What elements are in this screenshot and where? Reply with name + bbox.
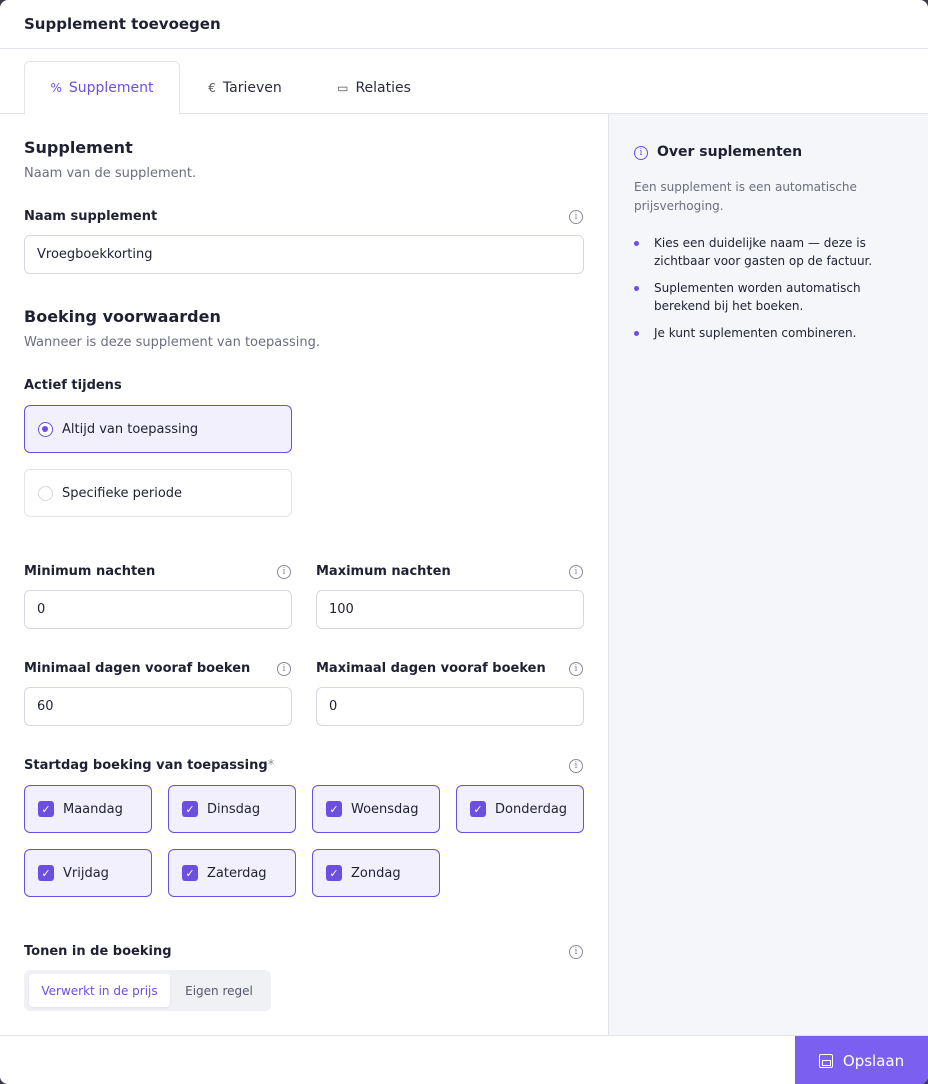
check-icon: ✓ bbox=[470, 801, 486, 817]
help-text: Een supplement is een automatische prijs… bbox=[634, 180, 857, 213]
radio-label: Altijd van toepassing bbox=[62, 421, 199, 437]
radio-specific-period[interactable]: Specifieke periode bbox=[24, 469, 292, 517]
name-input[interactable] bbox=[24, 235, 584, 274]
check-icon: ✓ bbox=[38, 865, 54, 881]
tab-relaties[interactable]: ▭ Relaties bbox=[328, 61, 420, 114]
save-button[interactable]: Opslaan bbox=[795, 1036, 928, 1084]
tab-supplement[interactable]: % Supplement bbox=[24, 61, 180, 115]
day-label: Woensdag bbox=[351, 801, 419, 817]
help-bullets: Kies een duidelijke naam — deze is zicht… bbox=[634, 234, 909, 351]
list-item: Je kunt suplementen combineren. bbox=[634, 324, 909, 342]
min-nights-input[interactable] bbox=[24, 590, 292, 629]
info-icon[interactable]: i bbox=[569, 945, 583, 959]
info-icon[interactable]: i bbox=[277, 565, 291, 579]
min-nights-label: Minimum nachten bbox=[24, 564, 156, 579]
check-icon: ✓ bbox=[182, 801, 198, 817]
percent-icon: % bbox=[50, 81, 62, 95]
startday-label: Startdag boeking van toepassing* bbox=[24, 758, 274, 773]
day-checkbox-zondag[interactable]: ✓ Zondag bbox=[312, 849, 440, 897]
day-label: Donderdag bbox=[495, 801, 568, 817]
day-label: Zaterdag bbox=[207, 865, 267, 881]
display-option-own-line[interactable]: Eigen regel bbox=[172, 974, 266, 1007]
day-checkbox-maandag[interactable]: ✓ Maandag bbox=[24, 785, 152, 833]
main-form: Supplement Naam van de supplement. Naam … bbox=[0, 114, 608, 1035]
modal-title: Supplement toevoegen bbox=[24, 15, 221, 33]
check-icon: ✓ bbox=[182, 865, 198, 881]
help-panel: i Over suplementen Een supplement is een… bbox=[608, 114, 928, 1035]
tab-bar: % Supplement € Tarieven ▭ Relaties bbox=[0, 49, 928, 115]
startday-label-text: Startdag boeking van toepassing bbox=[24, 758, 268, 773]
info-icon[interactable]: i bbox=[569, 565, 583, 579]
active-label: Actief tijdens bbox=[24, 378, 122, 393]
section-subtitle-booking: Wanneer is deze supplement van toepassin… bbox=[24, 335, 320, 350]
tab-label: Supplement bbox=[68, 80, 154, 96]
list-item: Kies een duidelijke naam — deze is zicht… bbox=[634, 234, 909, 270]
day-label: Vrijdag bbox=[63, 865, 109, 881]
name-label: Naam supplement bbox=[24, 209, 158, 224]
info-icon[interactable]: i bbox=[569, 210, 583, 224]
section-title-supplement: Supplement bbox=[24, 138, 133, 157]
save-label: Opslaan bbox=[842, 1051, 905, 1070]
info-icon[interactable]: i bbox=[277, 662, 291, 676]
list-item: Suplementen worden automatisch berekend … bbox=[634, 279, 909, 315]
check-icon: ✓ bbox=[326, 865, 342, 881]
max-nights-label: Maximum nachten bbox=[316, 564, 451, 579]
day-checkbox-vrijdag[interactable]: ✓ Vrijdag bbox=[24, 849, 152, 897]
max-advance-input[interactable] bbox=[316, 687, 584, 726]
supplement-modal: Supplement toevoegen % Supplement € Tari… bbox=[0, 0, 928, 1084]
max-advance-label: Maximaal dagen vooraf boeken bbox=[316, 661, 546, 676]
day-label: Dinsdag bbox=[207, 801, 261, 817]
modal-header: Supplement toevoegen bbox=[0, 0, 928, 49]
min-advance-input[interactable] bbox=[24, 687, 292, 726]
day-label: Maandag bbox=[63, 801, 123, 817]
radio-label: Specifieke periode bbox=[62, 485, 183, 501]
display-option-in-price[interactable]: Verwerkt in de prijs bbox=[29, 974, 170, 1007]
min-advance-label: Minimaal dagen vooraf boeken bbox=[24, 661, 251, 676]
radio-dot bbox=[38, 485, 53, 501]
display-toggle: Verwerkt in de prijs Eigen regel bbox=[24, 970, 271, 1011]
info-icon[interactable]: i bbox=[569, 662, 583, 676]
help-title: Over suplementen bbox=[657, 144, 803, 160]
info-icon: i bbox=[634, 146, 648, 160]
euro-icon: € bbox=[208, 80, 216, 95]
info-icon[interactable]: i bbox=[569, 759, 583, 773]
check-icon: ✓ bbox=[38, 801, 54, 817]
section-title-booking: Boeking voorwaarden bbox=[24, 307, 221, 326]
day-checkbox-donderdag[interactable]: ✓ Donderdag bbox=[456, 785, 584, 833]
radio-dot bbox=[38, 421, 53, 437]
display-label: Tonen in de boeking bbox=[24, 944, 172, 959]
tab-label: Tarieven bbox=[222, 79, 282, 96]
tab-tarieven[interactable]: € Tarieven bbox=[198, 61, 292, 114]
required-mark: * bbox=[267, 758, 275, 773]
max-nights-input[interactable] bbox=[316, 590, 584, 629]
day-checkbox-zaterdag[interactable]: ✓ Zaterdag bbox=[168, 849, 296, 897]
day-label: Zondag bbox=[351, 865, 401, 881]
day-checkbox-dinsdag[interactable]: ✓ Dinsdag bbox=[168, 785, 296, 833]
calendar-icon: ▭ bbox=[337, 80, 349, 95]
radio-always[interactable]: Altijd van toepassing bbox=[24, 405, 292, 453]
day-checkbox-woensdag[interactable]: ✓ Woensdag bbox=[312, 785, 440, 833]
check-icon: ✓ bbox=[326, 801, 342, 817]
tab-label: Relaties bbox=[355, 79, 411, 96]
floppy-disk-icon bbox=[818, 1053, 833, 1068]
modal-footer: Opslaan bbox=[0, 1035, 928, 1084]
section-subtitle-supplement: Naam van de supplement. bbox=[24, 166, 197, 181]
